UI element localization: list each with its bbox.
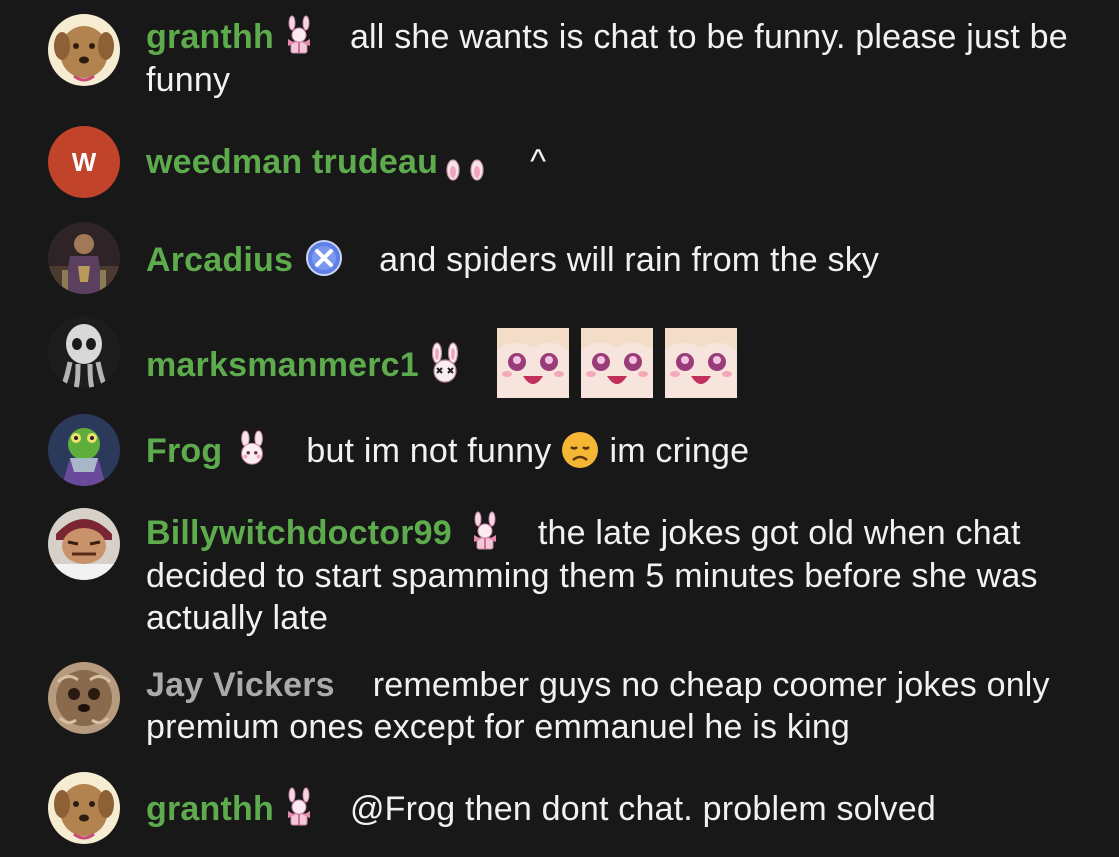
furry-dog-avatar-icon [48, 662, 120, 734]
bunny-ears-badge-icon [446, 159, 484, 181]
dog-avatar-icon [48, 772, 120, 844]
bunny-face-badge-icon [241, 430, 264, 465]
user-avatar[interactable]: W [48, 126, 120, 198]
user-avatar[interactable] [48, 414, 120, 486]
face-avatar-icon [48, 508, 120, 580]
user-avatar[interactable] [48, 772, 120, 844]
user-avatar[interactable] [48, 662, 120, 734]
user-avatar[interactable] [48, 316, 120, 388]
message-text: ^ [530, 143, 547, 181]
author-name[interactable]: granthh [146, 790, 274, 828]
message-text-end: im cringe [609, 432, 750, 470]
message-text: @Frog then dont chat. problem solved [349, 790, 936, 828]
frog-avatar-icon [48, 414, 120, 486]
message-text: but im not funny [306, 432, 552, 470]
author-name[interactable]: Arcadius [146, 241, 293, 279]
bunny-gift-badge-icon [287, 15, 311, 54]
author-name[interactable]: marksmanmerc1 [146, 346, 419, 384]
anime-face-emote-icon [496, 328, 569, 398]
blue-x-badge-icon [306, 240, 343, 277]
dog-avatar-icon [48, 14, 120, 86]
knight-avatar-icon [48, 222, 120, 294]
disappointed-face-emoji-icon [562, 432, 599, 469]
user-avatar[interactable] [48, 14, 120, 86]
skull-avatar-icon [48, 316, 120, 388]
author-name[interactable]: Billywitchdoctor99 [146, 514, 452, 552]
bunny-gift-badge-icon [473, 511, 497, 550]
author-name[interactable]: weedman trudeau [146, 143, 438, 181]
anime-face-emote-icon [580, 328, 653, 398]
bunny-gift-badge-icon [287, 787, 311, 826]
user-avatar[interactable] [48, 508, 120, 580]
message-text: and spiders will rain from the sky [379, 241, 880, 279]
author-name[interactable]: Frog [146, 432, 222, 470]
avatar-letter: W [71, 146, 97, 177]
emote-group [496, 328, 737, 398]
anime-face-emote-icon [664, 328, 737, 398]
author-name[interactable]: granthh [146, 18, 274, 56]
dead-bunny-badge-icon [431, 342, 458, 383]
author-name[interactable]: Jay Vickers [146, 666, 335, 704]
user-avatar[interactable] [48, 222, 120, 294]
